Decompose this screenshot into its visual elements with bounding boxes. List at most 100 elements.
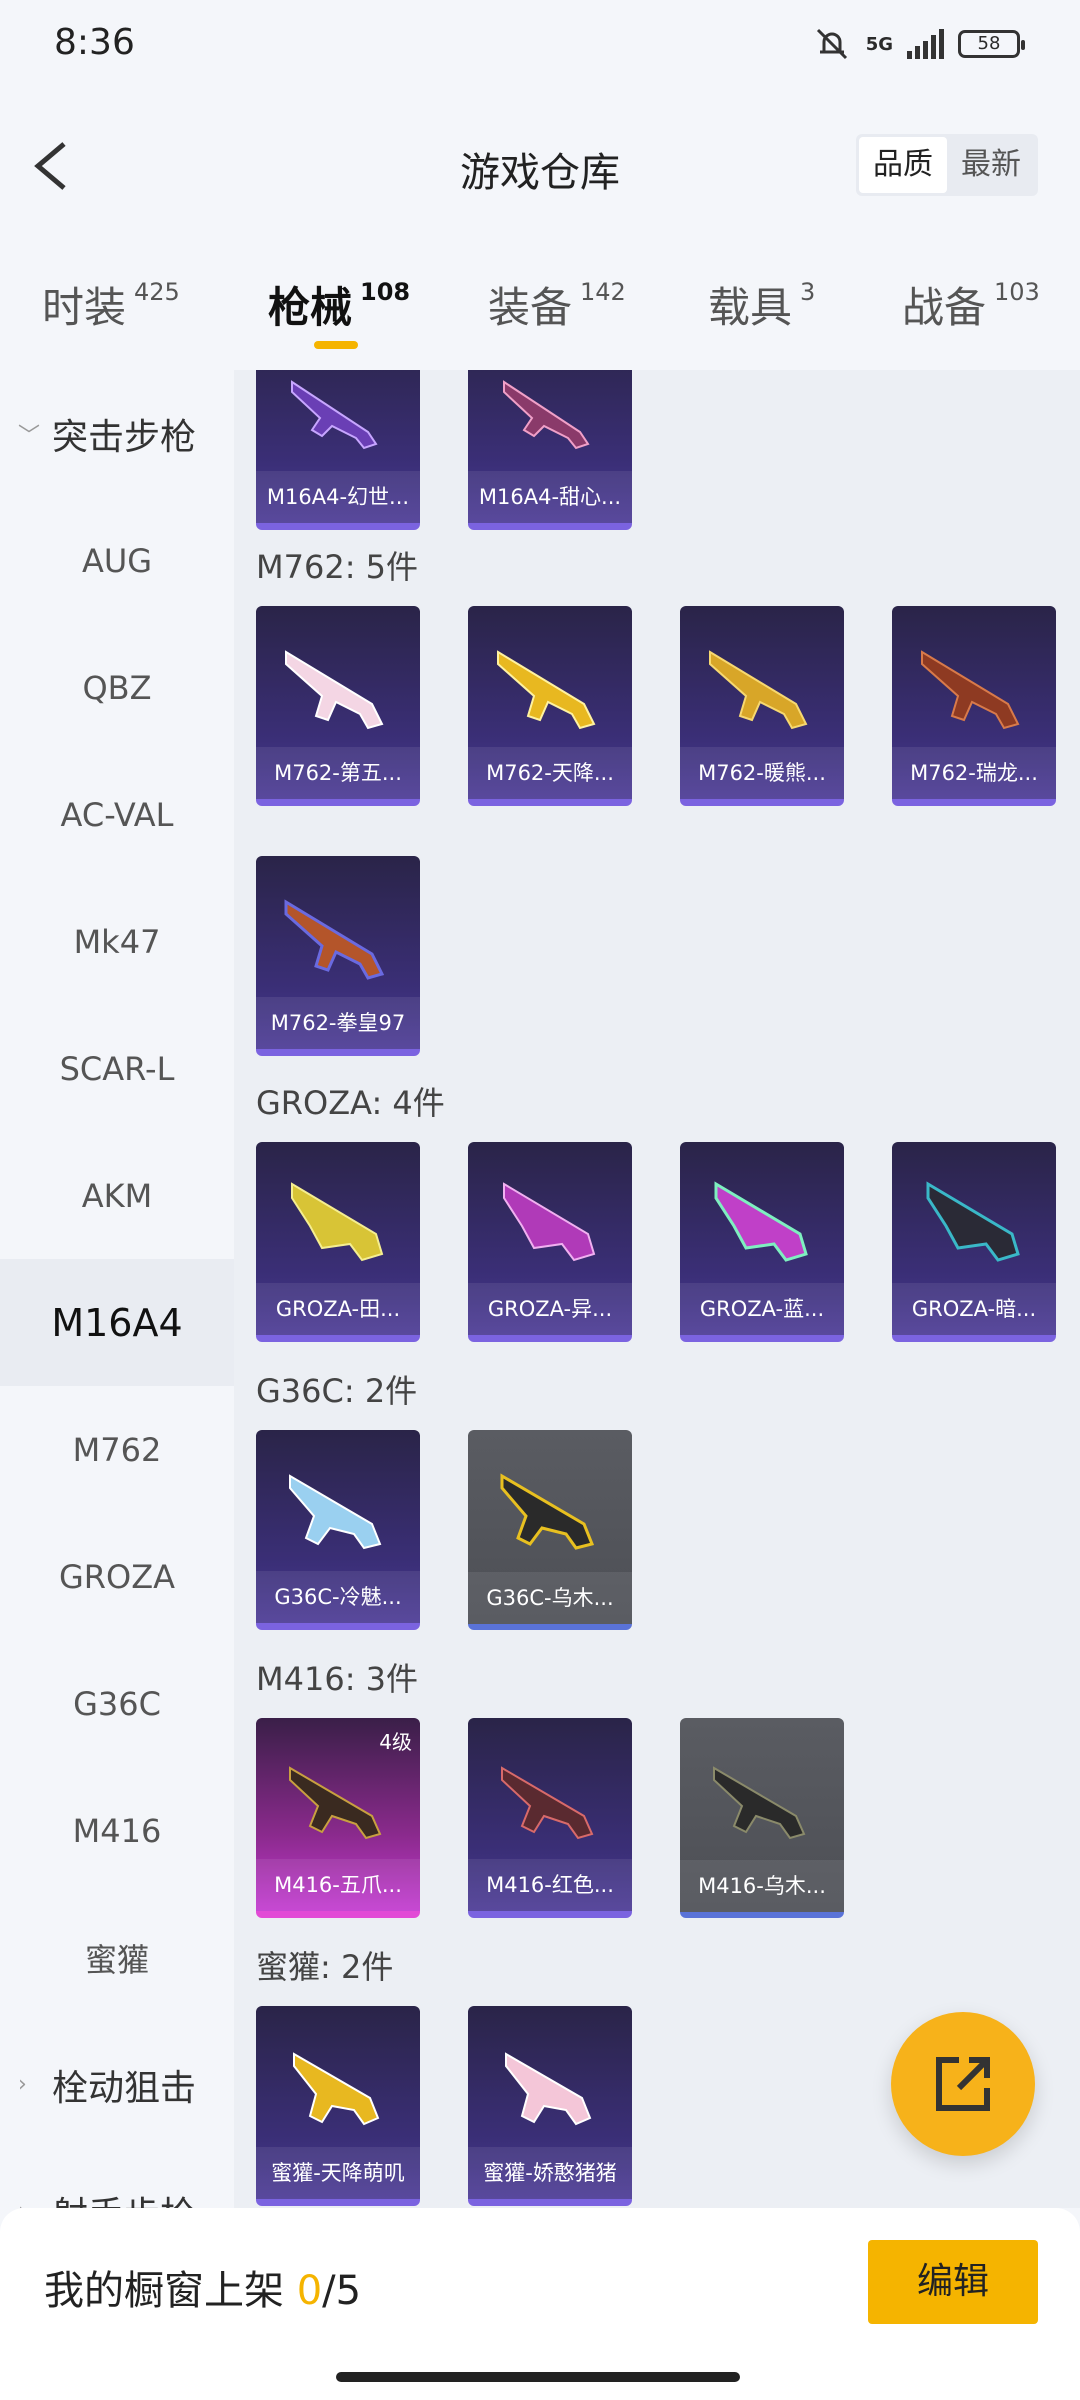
weapon-type-sidebar: ﹀ 突击步枪 AUG QBZ AC-VAL Mk47 SCAR-L AKM M1… (0, 370, 234, 2208)
weapon-card[interactable]: G36C-冷魅... (256, 1430, 420, 1630)
weapon-card-label: G36C-冷魅... (256, 1571, 420, 1623)
rifle-skin-icon (713, 1766, 806, 1840)
weapon-card[interactable]: 蜜獾-娇憨猪猪 (468, 2006, 632, 2206)
weapon-grid: M16A4-幻世... M16A4-甜心... M762: 5件 M762-第五… (234, 370, 1080, 2208)
sort-toggle: 品质 最新 (856, 134, 1038, 196)
section-title-g36c: G36C: 2件 (256, 1372, 418, 1410)
signal-icon (907, 29, 944, 59)
chevron-right-icon: › (18, 2199, 52, 2208)
home-indicator[interactable] (336, 2372, 740, 2382)
weapon-card-label: M762-瑞龙... (892, 747, 1056, 799)
sort-latest-button[interactable]: 最新 (947, 137, 1035, 193)
weapon-card-label: M416-红色... (468, 1859, 632, 1911)
weapon-card[interactable]: M762-瑞龙... (892, 606, 1056, 806)
weapon-card-label: M762-暖熊... (680, 747, 844, 799)
weapon-card-label: GROZA-暗... (892, 1283, 1056, 1335)
mute-bell-icon (816, 28, 847, 60)
rifle-skin-icon (500, 1473, 595, 1550)
weapon-card[interactable]: M16A4-甜心... (468, 370, 632, 530)
weapon-card-label: M416-五爪... (256, 1859, 420, 1911)
tab-fashion[interactable]: 时装 425 (42, 274, 180, 335)
tab-supplies[interactable]: 战备 103 (902, 274, 1040, 335)
sidebar-item-ac-val[interactable]: AC-VAL (0, 751, 234, 878)
weapon-card-label: 蜜獾-天降萌叽 (256, 2147, 420, 2199)
weapon-card[interactable]: G36C-乌木... (468, 1430, 632, 1630)
weapon-card[interactable]: M416-红色... (468, 1718, 632, 1918)
weapon-card-label: M16A4-甜心... (468, 471, 632, 523)
weapon-card[interactable]: GROZA-异... (468, 1142, 632, 1342)
tab-count: 103 (994, 278, 1040, 306)
weapon-card[interactable]: M16A4-幻世... (256, 370, 420, 530)
sidebar-item-groza[interactable]: GROZA (0, 1513, 234, 1640)
weapon-card[interactable]: M762-天降... (468, 606, 632, 806)
tab-count: 425 (134, 278, 180, 306)
rifle-skin-icon (503, 1182, 596, 1262)
weapon-card[interactable]: GROZA-田... (256, 1142, 420, 1342)
sidebar-item-qbz[interactable]: QBZ (0, 624, 234, 751)
tab-label: 时装 (42, 283, 127, 332)
rifle-skin-icon (284, 899, 385, 980)
sidebar-group-dmr[interactable]: › 射手步枪 (0, 2148, 234, 2209)
rifle-skin-icon (291, 380, 378, 450)
tab-label: 载具 (708, 283, 793, 332)
rifle-skin-icon (291, 1182, 384, 1262)
tab-weapons[interactable]: 枪械 108 (268, 274, 411, 349)
sidebar-item-m16a4[interactable]: M16A4 (0, 1259, 234, 1386)
network-type-label: 5G (865, 33, 893, 55)
status-icons: 5G 58 (812, 26, 1025, 62)
sidebar-group-bolt-action[interactable]: › 栓动狙击 (0, 2021, 234, 2148)
bottom-bar: 我的橱窗上架 0/5 编辑 (0, 2208, 1080, 2400)
weapon-card-label: M762-天降... (468, 747, 632, 799)
edit-button[interactable]: 编辑 (868, 2240, 1038, 2324)
share-button[interactable] (891, 2012, 1035, 2156)
weapon-card[interactable]: 蜜獾-天降萌叽 (256, 2006, 420, 2206)
sidebar-item-g36c[interactable]: G36C (0, 1640, 234, 1767)
chevron-down-icon: ﹀ (18, 423, 41, 449)
rifle-skin-icon (503, 380, 590, 450)
tab-vehicles[interactable]: 载具 3 (708, 274, 815, 335)
sidebar-item-akm[interactable]: AKM (0, 1132, 234, 1259)
weapon-card[interactable]: M762-暖熊... (680, 606, 844, 806)
tab-equipment[interactable]: 装备 142 (488, 274, 626, 335)
page-header: 游戏仓库 品质 最新 (0, 120, 1080, 210)
tab-count: 142 (580, 278, 626, 306)
weapon-card-label: GROZA-田... (256, 1283, 420, 1335)
sidebar-item-honey-badger[interactable]: 蜜獾 (0, 1894, 234, 2021)
sidebar-item-m416[interactable]: M416 (0, 1767, 234, 1894)
tab-label: 装备 (488, 283, 573, 332)
rifle-skin-icon (505, 2052, 592, 2126)
sort-quality-button[interactable]: 品质 (859, 137, 947, 193)
sidebar-item-aug[interactable]: AUG (0, 497, 234, 624)
sidebar-group-assault-rifles[interactable]: ﹀ 突击步枪 (0, 370, 234, 497)
weapon-card[interactable]: M416-乌木... (680, 1718, 844, 1918)
sidebar-item-mk47[interactable]: Mk47 (0, 878, 234, 1005)
rifle-skin-icon (709, 650, 808, 730)
sidebar-item-m762[interactable]: M762 (0, 1386, 234, 1513)
weapon-card[interactable]: GROZA-暗... (892, 1142, 1056, 1342)
weapon-card[interactable]: M762-拳皇97 (256, 856, 420, 1056)
weapon-card-label: M762-拳皇97 (256, 997, 420, 1049)
sidebar-group-label: 突击步枪 (52, 416, 197, 458)
shelf-status: 我的橱窗上架 0/5 (44, 2258, 361, 2316)
section-title-honey-badger: 蜜獾: 2件 (256, 1948, 394, 1986)
rifle-skin-icon (293, 2052, 380, 2126)
rifle-skin-icon (285, 650, 384, 730)
rifle-skin-icon (921, 650, 1020, 730)
status-bar: 8:36 5G 58 (0, 0, 1080, 90)
status-time: 8:36 (54, 22, 135, 63)
tab-count: 108 (360, 278, 411, 306)
tab-label: 枪械 (268, 283, 353, 332)
shelf-total: /5 (322, 2268, 362, 2314)
weapon-card-label: GROZA-蓝... (680, 1283, 844, 1335)
weapon-card-label: M16A4-幻世... (256, 471, 420, 523)
tab-count: 3 (800, 278, 816, 306)
rifle-skin-icon (714, 1181, 808, 1262)
shelf-label: 我的橱窗上架 (44, 2268, 284, 2314)
weapon-card[interactable]: GROZA-蓝... (680, 1142, 844, 1342)
weapon-card[interactable]: M762-第五... (256, 606, 420, 806)
rifle-skin-icon (289, 1766, 382, 1840)
category-tabs: 时装 425 枪械 108 装备 142 载具 3 战备 103 (0, 260, 1080, 350)
sidebar-item-scar-l[interactable]: SCAR-L (0, 1005, 234, 1132)
weapon-card[interactable]: 4级 M416-五爪... (256, 1718, 420, 1918)
rifle-skin-icon (926, 1181, 1020, 1262)
